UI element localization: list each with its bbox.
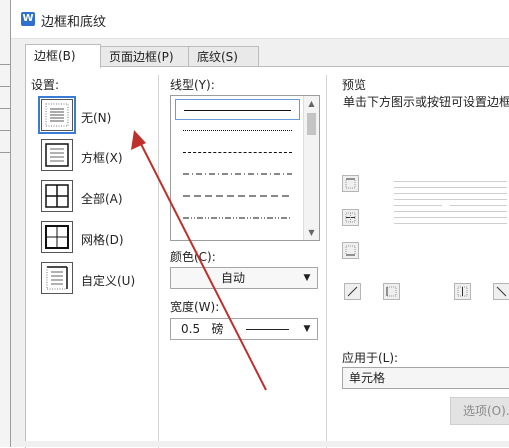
left-border-button[interactable] [383, 283, 400, 300]
tab-borders[interactable]: 边框(B) [25, 44, 101, 68]
preview-text-line [394, 187, 507, 188]
preview-hint: 单击下方图示或按钮可设置边框 [343, 95, 509, 109]
line-style-dashed[interactable] [175, 186, 300, 207]
line-style-solid[interactable] [175, 99, 300, 120]
color-label: 颜色(C): [170, 250, 216, 264]
top-border-button[interactable] [342, 175, 359, 192]
line-style-scrollbar[interactable]: ▲ ▼ [303, 96, 319, 240]
borders-tab-panel: 设置: 无(N) 方框(X) 全部(A) 网格(D) 自定义(U) 线型(Y):… [25, 66, 509, 448]
setting-custom-label: 自定义(U) [81, 274, 136, 288]
border-all-icon [41, 180, 73, 212]
preview-text-line [394, 199, 507, 200]
line-style-dashed-small[interactable] [175, 142, 300, 163]
line-sample [183, 152, 292, 153]
preview-text-line [450, 205, 507, 206]
border-custom-icon [41, 262, 73, 294]
preview-text-line [394, 205, 442, 206]
table-gridline [0, 86, 10, 87]
dialog-footer [25, 441, 509, 447]
setting-box-label: 方框(X) [81, 151, 123, 165]
preview-text-line [394, 217, 507, 218]
border-grid-icon [41, 221, 73, 253]
line-style-dash-dot-dot[interactable] [175, 208, 300, 229]
border-none-icon [38, 96, 76, 134]
apply-to-label: 应用于(L): [342, 351, 399, 365]
width-select[interactable]: 0.5 磅 ▼ [170, 318, 318, 340]
diagonal-up-border-button[interactable] [344, 283, 361, 300]
color-select[interactable]: 自动 ▼ [170, 267, 318, 289]
inside-horizontal-border-button[interactable] [342, 209, 359, 226]
line-style-dash-dot[interactable] [175, 164, 300, 185]
tab-page-border[interactable]: 页面边框(P) [100, 46, 189, 67]
line-style-list[interactable]: ▲ ▼ [170, 95, 320, 241]
divider [326, 75, 327, 448]
options-button[interactable]: 选项(O)... [450, 397, 509, 425]
line-style-dotted[interactable] [175, 120, 300, 141]
borders-and-shading-dialog: W 边框和底纹 边框(B) 页面边框(P) 底纹(S) 设置: 无(N) 方框(… [10, 0, 509, 448]
scroll-down-icon[interactable]: ▼ [304, 225, 319, 240]
preview-text-line [394, 181, 507, 182]
border-box-icon [41, 139, 73, 171]
setting-all[interactable]: 全部(A) [41, 180, 161, 214]
apply-to-value: 单元格 [349, 371, 386, 385]
setting-all-label: 全部(A) [81, 192, 123, 206]
dropdown-arrow-icon[interactable]: ▼ [297, 268, 317, 288]
inside-vertical-border-button[interactable] [454, 283, 471, 300]
setting-grid-label: 网格(D) [81, 233, 124, 247]
preview-text-line [394, 193, 507, 194]
setting-none[interactable]: 无(N) [38, 96, 161, 134]
dropdown-arrow-icon[interactable]: ▼ [297, 319, 317, 339]
dialog-title: 边框和底纹 [41, 15, 107, 30]
dialog-titlebar[interactable]: W 边框和底纹 [11, 0, 509, 39]
line-sample [183, 130, 292, 131]
tab-shading[interactable]: 底纹(S) [188, 46, 259, 67]
line-sample [184, 110, 291, 111]
line-style-label: 线型(Y): [170, 78, 215, 92]
setting-none-label: 无(N) [81, 111, 112, 125]
preview-text-line [394, 223, 507, 224]
settings-label: 设置: [31, 78, 60, 92]
diagonal-down-border-button[interactable] [493, 283, 509, 300]
setting-grid[interactable]: 网格(D) [41, 221, 161, 255]
scroll-thumb[interactable] [307, 113, 316, 135]
apply-to-select[interactable]: 单元格 [342, 367, 509, 389]
preview-text-line [394, 211, 507, 212]
setting-box[interactable]: 方框(X) [41, 139, 161, 173]
table-gridline [0, 152, 10, 153]
width-label: 宽度(W): [170, 300, 220, 314]
preview-label: 预览 [342, 78, 367, 92]
table-gridline [0, 64, 10, 65]
setting-custom[interactable]: 自定义(U) [41, 262, 161, 296]
wps-writer-icon: W [21, 12, 35, 26]
bottom-border-button[interactable] [342, 242, 359, 259]
width-line-sample [246, 329, 289, 330]
table-gridline [0, 108, 10, 109]
color-value: 自动 [220, 271, 245, 285]
scroll-up-icon[interactable]: ▲ [304, 96, 319, 111]
table-gridline [0, 130, 10, 131]
